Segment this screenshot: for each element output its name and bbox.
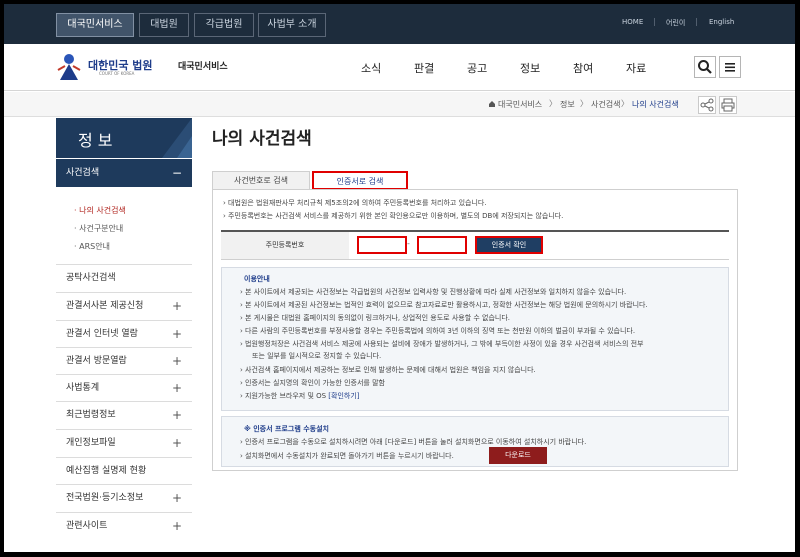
browser-support-link[interactable]: [확인하기] xyxy=(328,392,359,400)
tab-case-number-search[interactable]: 사건번호로 검색 xyxy=(212,171,310,190)
share-icon xyxy=(700,98,714,112)
nav-news[interactable]: 소식 xyxy=(361,60,381,76)
guide-item: › 본 게시물은 대법원 홈페이지의 동의없이 링크하거나, 상업적인 용도로 … xyxy=(240,314,511,322)
nav-resources[interactable]: 자료 xyxy=(626,60,646,76)
sidebar-item-judgment-online[interactable]: 관결서 인터넷 열람 + xyxy=(56,320,192,347)
manual-install-box: ※ 인증서 프로그램 수동설치 › 인증서 프로그램을 수동으로 설치하시려면 … xyxy=(221,416,729,467)
sidebar-item-deposit-search[interactable]: 공탁사건검색 xyxy=(56,264,192,291)
nav-notice[interactable]: 공고 xyxy=(467,60,487,76)
expand-icon: + xyxy=(171,381,182,395)
usage-guide-box: 이용안내 › 본 사이트에서 제공되는 사건정보는 각급법원의 사건정보 입력사… xyxy=(221,267,729,411)
expand-icon: + xyxy=(171,299,182,313)
court-name-en: COURT OF KOREA xyxy=(99,71,135,76)
sidebar-item-privacy-files[interactable]: 개인정보파일 + xyxy=(56,429,192,456)
expand-icon: + xyxy=(171,491,182,505)
home-icon[interactable] xyxy=(488,100,496,108)
nav-judgment[interactable]: 판결 xyxy=(414,60,434,76)
sidebar-item-case-search[interactable]: 사건검색 − xyxy=(56,159,192,187)
guide-item: › 다른 사람의 주민등록번호를 부정사용할 경우는 주민등록법에 의하여 3년… xyxy=(240,327,636,335)
browser-frame: 대국민서비스 대법원 각급법원 사법부 소개 HOME | 어린이 | Engl… xyxy=(4,4,795,552)
court-logo-icon[interactable] xyxy=(56,52,82,82)
hamburger-icon xyxy=(725,63,735,72)
sidebar-item-court-info[interactable]: 전국법원·등기소정보 + xyxy=(56,484,192,511)
site-header: 대한민국 법원 COURT OF KOREA 대국민서비스 소식 판결 공고 정… xyxy=(4,44,795,91)
expand-icon: + xyxy=(171,354,182,368)
install-instruction: › 인증서 프로그램을 수동으로 설치하시려면 아래 [다운로드] 버튼을 눌러… xyxy=(240,438,587,446)
kids-link[interactable]: 어린이 xyxy=(666,18,685,28)
menu-button[interactable] xyxy=(719,56,741,78)
guide-item: › 본 사이트에서 제공되는 사건정보는 각급법원의 사건정보 입력사항 및 진… xyxy=(240,288,627,296)
guide-item: › 사건검색 홈페이지에서 제공하는 정보로 인해 발생하는 문제에 대해서 법… xyxy=(240,366,536,374)
install-instruction: › 설치화면에서 수동설치가 완료되면 돌아가기 버튼을 누르시기 바랍니다. xyxy=(240,452,454,460)
nav-participation[interactable]: 참여 xyxy=(573,60,593,76)
sidebar-item-label: 사건검색 xyxy=(66,168,100,178)
rrn-label: 주민등록번호 xyxy=(221,232,349,259)
certificate-search-panel: › 대법원은 법원재판사무 처리규칙 제5조의2에 의하여 주민등록번호를 처리… xyxy=(212,189,738,471)
print-button[interactable] xyxy=(719,96,737,114)
expand-icon: + xyxy=(171,408,182,422)
sidebar-item-judgment-visit[interactable]: 관결서 방문열람 + xyxy=(56,347,192,374)
breadcrumb: 대국민서비스 〉 정보 〉 사건검색 〉 나의 사건검색 xyxy=(4,92,795,117)
expand-icon: + xyxy=(171,519,182,533)
top-tab-all-courts[interactable]: 각급법원 xyxy=(194,13,254,37)
page-title: 나의 사건검색 xyxy=(212,129,312,149)
usage-guide-heading: 이용안내 xyxy=(244,275,270,283)
sidebar-subitem-case-type-guide[interactable]: · 사건구분안내 xyxy=(74,223,123,234)
english-link[interactable]: English xyxy=(709,18,734,26)
breadcrumb-separator: 〉 xyxy=(549,99,557,108)
guide-item: › 법원행정처장은 사건검색 서비스 제공에 사용되는 설비에 장애가 발생하거… xyxy=(240,340,644,348)
breadcrumb-item[interactable]: 대국민서비스 xyxy=(498,99,542,110)
rrn-form-row: 주민등록번호 - 인증서 확인 xyxy=(221,230,729,260)
nav-info[interactable]: 정보 xyxy=(520,60,540,76)
collapse-icon: − xyxy=(171,166,182,180)
service-name: 대국민서비스 xyxy=(178,62,228,72)
sidebar-item-judicial-statistics[interactable]: 사법통계 + xyxy=(56,374,192,401)
expand-icon: + xyxy=(171,327,182,341)
sidebar-item-recent-laws[interactable]: 최근법령정보 + xyxy=(56,401,192,428)
guide-item-continued: 또는 일부를 일시적으로 정지할 수 있습니다. xyxy=(252,352,382,360)
manual-install-heading: ※ 인증서 프로그램 수동설치 xyxy=(244,425,329,433)
guide-item: › 본 사이트에서 제공된 사건정보는 법적인 효력이 없으므로 참고자료로만 … xyxy=(240,301,648,309)
search-icon xyxy=(698,60,712,74)
sidebar-item-judgment-copy[interactable]: 관결서사본 제공신청 + xyxy=(56,292,192,319)
expand-icon: + xyxy=(171,436,182,450)
breadcrumb-separator: 〉 xyxy=(621,99,629,108)
sidebar-item-budget[interactable]: 예산집행 실명제 현황 xyxy=(56,457,192,484)
search-button[interactable] xyxy=(694,56,716,78)
guide-item: › 지원가능한 브라우저 및 OS [확인하기] xyxy=(240,392,360,400)
breadcrumb-current: 나의 사건검색 xyxy=(632,100,679,109)
rrn-second-input[interactable] xyxy=(417,236,467,254)
top-tab-supreme-court[interactable]: 대법원 xyxy=(139,13,189,37)
tab-certificate-search[interactable]: 인증서로 검색 xyxy=(312,171,408,190)
sidebar-title: 정 보 xyxy=(78,131,113,150)
sidebar-subitem-ars-guide[interactable]: · ARS안내 xyxy=(74,241,110,252)
notice-text: › 대법원은 법원재판사무 처리규칙 제5조의2에 의하여 주민등록번호를 처리… xyxy=(223,199,487,207)
breadcrumb-item[interactable]: 사건검색 xyxy=(591,99,620,110)
rrn-first-input[interactable] xyxy=(357,236,407,254)
guide-item: › 인증서는 실지명의 확인이 가능한 인증서를 말함 xyxy=(240,379,385,387)
top-tab-public-service[interactable]: 대국민서비스 xyxy=(56,13,134,37)
top-bar: 대국민서비스 대법원 각급법원 사법부 소개 HOME | 어린이 | Engl… xyxy=(4,4,795,44)
share-button[interactable] xyxy=(698,96,716,114)
home-link[interactable]: HOME xyxy=(622,18,643,26)
sidebar-title-box: 정 보 xyxy=(56,118,192,158)
certificate-confirm-button[interactable]: 인증서 확인 xyxy=(475,236,543,254)
sidebar-item-related-sites[interactable]: 관련사이트 + xyxy=(56,512,192,539)
top-tab-judiciary-intro[interactable]: 사법부 소개 xyxy=(258,13,326,37)
breadcrumb-item[interactable]: 정보 xyxy=(560,99,575,110)
utility-divider: | xyxy=(653,17,656,26)
utility-divider: | xyxy=(695,17,698,26)
breadcrumb-separator: 〉 xyxy=(580,99,588,108)
sidebar-decoration xyxy=(162,118,192,158)
sidebar-subitem-my-case-search[interactable]: · 나의 사건검색 xyxy=(74,205,126,216)
print-icon xyxy=(721,98,735,112)
rrn-separator: - xyxy=(407,239,410,248)
notice-text: › 주민등록번호는 사건검색 서비스를 제공하기 위한 본인 확인용으로만 이용… xyxy=(223,212,564,220)
download-button[interactable]: 다운로드 xyxy=(489,447,547,464)
